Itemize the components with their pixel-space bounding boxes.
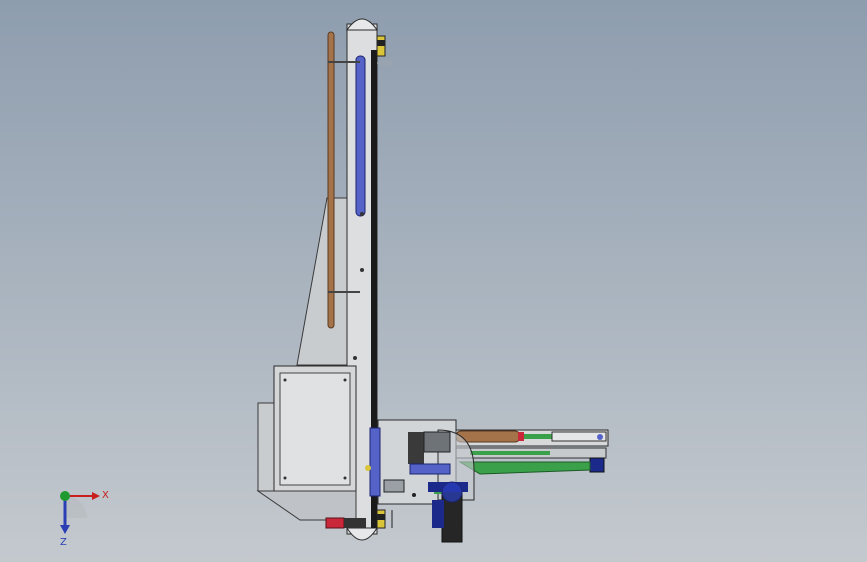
guide-rod bbox=[327, 31, 335, 329]
gantry-robot-model[interactable] bbox=[0, 0, 867, 562]
column-top-cap bbox=[346, 18, 378, 31]
orientation-triad[interactable]: X Z bbox=[40, 478, 120, 548]
arm-end-block bbox=[589, 457, 605, 473]
support-gusset bbox=[296, 197, 353, 366]
z-axis-label: Z bbox=[60, 537, 67, 548]
vertical-cylinder bbox=[355, 55, 366, 217]
column-bottom-cap bbox=[346, 527, 378, 541]
y-axis-indicator bbox=[60, 491, 70, 501]
x-axis-label: X bbox=[102, 490, 109, 501]
red-limit-switch bbox=[325, 517, 345, 529]
cad-viewport[interactable]: X Z bbox=[0, 0, 867, 562]
